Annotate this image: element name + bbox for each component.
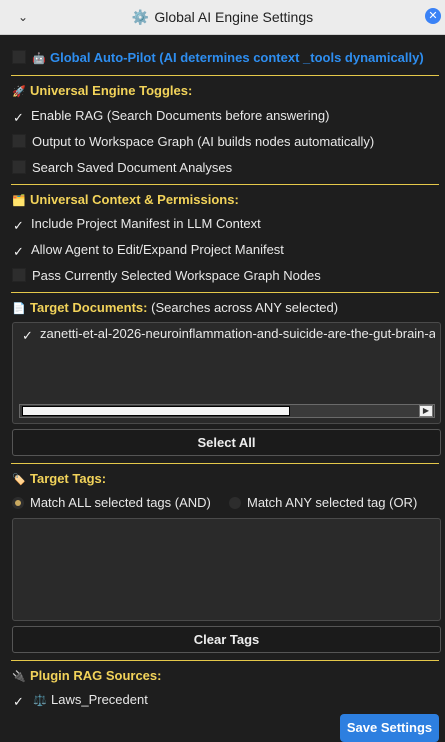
window-titlebar: ⌄ ⚙️ Global AI Engine Settings ✕ [0,0,445,35]
checkbox-checked[interactable]: ✓ [12,111,25,124]
plugin-sources-header: 🔌 Plugin RAG Sources: [12,666,161,686]
checkbox-checked[interactable]: ✓ [12,245,25,258]
context-permissions-header: 🗂️ Universal Context & Permissions: [12,190,239,210]
robot-icon: 🤖 [32,53,46,65]
horizontal-scrollbar[interactable]: ▶ [19,404,435,418]
toggle-include-manifest[interactable]: ✓ Include Project Manifest in LLM Context [12,214,261,234]
save-settings-button[interactable]: Save Settings [340,714,439,742]
scales-icon: ⚖️ [33,695,47,707]
toggle-label: Output to Workspace Graph (AI builds nod… [32,134,375,149]
tags-list[interactable] [12,518,441,621]
document-icon: 📄 [12,303,26,315]
context-permissions-title: Universal Context & Permissions: [30,192,239,207]
toggle-label: Pass Currently Selected Workspace Graph … [32,268,321,283]
tag-icon: 🏷️ [12,474,26,486]
target-tags-header: 🏷️ Target Tags: [12,469,106,489]
target-documents-subtitle: (Searches across ANY selected) [151,300,339,315]
select-all-button[interactable]: Select All [12,429,441,456]
target-tags-title: Target Tags: [30,471,107,486]
match-any-radio-row[interactable]: Match ANY selected tag (OR) [229,493,417,513]
match-any-label: Match ANY selected tag (OR) [247,495,418,510]
checkbox-checked[interactable]: ✓ [12,219,25,232]
settings-panel: 🤖 Global Auto-Pilot (AI determines contex… [0,35,445,734]
section-divider [11,660,439,661]
folder-icon: 🗂️ [12,195,26,207]
engine-toggles-header: 🚀 Universal Engine Toggles: [12,81,192,101]
match-all-radio[interactable] [12,497,24,509]
plugin-sources-title: Plugin RAG Sources: [30,668,162,683]
section-divider [11,463,439,464]
checkbox-checked[interactable]: ✓ [12,695,25,708]
toggle-label: Enable RAG (Search Documents before answ… [31,108,330,123]
match-all-radio-row[interactable]: Match ALL selected tags (AND) [12,493,211,513]
checkbox-unchecked[interactable] [12,160,26,174]
rocket-icon: 🚀 [12,86,26,98]
plugin-source-label: Laws_Precedent [51,692,148,707]
autopilot-label: Global Auto-Pilot (AI determines context… [50,50,424,65]
documents-list[interactable]: ✓ zanetti-et-al-2026-neuroinflammation-an… [12,322,441,424]
engine-toggles-title: Universal Engine Toggles: [30,83,193,98]
checkbox-checked[interactable]: ✓ [21,329,34,342]
autopilot-checkbox[interactable] [12,50,26,64]
gear-icon: ⚙️ [131,9,150,25]
toggle-enable-rag[interactable]: ✓ Enable RAG (Search Documents before ans… [12,106,329,126]
toggle-label: Search Saved Document Analyses [32,160,233,175]
plugin-source-item[interactable]: ✓ ⚖️ Laws_Precedent [12,690,148,710]
section-divider [11,292,439,293]
document-item[interactable]: ✓ zanetti-et-al-2026-neuroinflammation-an… [21,324,435,344]
target-documents-title: Target Documents: [30,300,148,315]
window-title: ⚙️ Global AI Engine Settings [0,9,445,26]
toggle-output-graph[interactable]: Output to Workspace Graph (AI builds nod… [12,132,374,152]
plug-icon: 🔌 [12,671,26,683]
autopilot-row[interactable]: 🤖 Global Auto-Pilot (AI determines contex… [12,48,424,68]
toggle-label: Include Project Manifest in LLM Context [31,216,261,231]
match-all-label: Match ALL selected tags (AND) [30,495,211,510]
checkbox-unchecked[interactable] [12,268,26,282]
window-title-text: Global AI Engine Settings [154,9,314,25]
toggle-label: Allow Agent to Edit/Expand Project Manif… [31,242,284,257]
target-documents-header: 📄 Target Documents: (Searches across ANY … [12,298,338,318]
document-label: zanetti-et-al-2026-neuroinflammation-and… [40,326,435,341]
close-icon[interactable]: ✕ [425,8,441,24]
scrollbar-thumb[interactable] [22,406,290,416]
section-divider [11,75,439,76]
toggle-search-analyses[interactable]: Search Saved Document Analyses [12,158,232,178]
checkbox-unchecked[interactable] [12,134,26,148]
toggle-allow-edit-manifest[interactable]: ✓ Allow Agent to Edit/Expand Project Mani… [12,240,284,260]
section-divider [11,184,439,185]
scroll-right-arrow-icon[interactable]: ▶ [419,405,433,417]
toggle-pass-graph-nodes[interactable]: Pass Currently Selected Workspace Graph … [12,266,321,286]
match-any-radio[interactable] [229,497,241,509]
clear-tags-button[interactable]: Clear Tags [12,626,441,653]
